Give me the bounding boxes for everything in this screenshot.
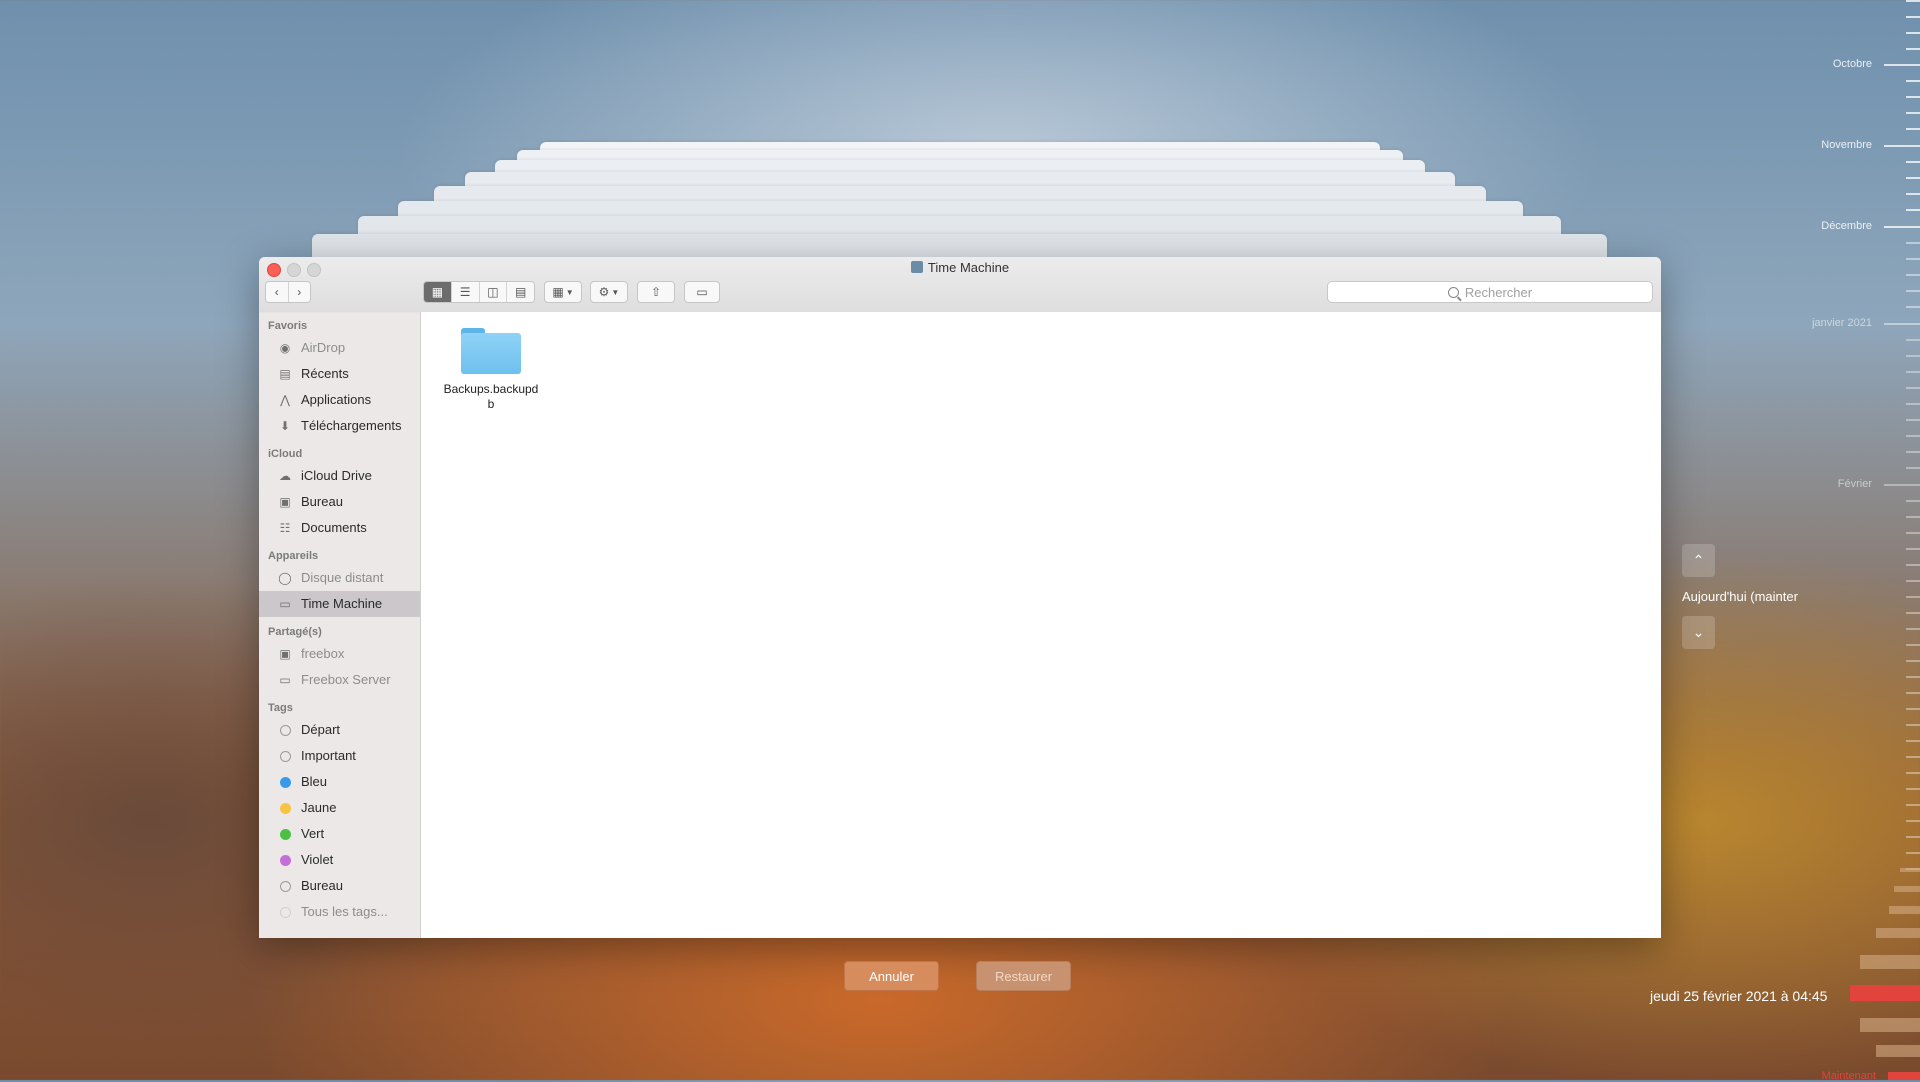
download-icon: ⬇ [279, 419, 291, 433]
timeline-month-label[interactable]: Décembre [1821, 220, 1872, 232]
document-icon: ☷ [279, 521, 291, 535]
desktop-icon: ▣ [279, 495, 291, 509]
sidebar-tag-jaune[interactable]: Jaune [259, 795, 420, 821]
tag-dot-icon [279, 906, 291, 918]
timeline-down-button[interactable]: ⌄ [1682, 616, 1715, 649]
chevron-up-icon: ⌃ [1692, 552, 1705, 568]
network-server-icon: ▣ [279, 647, 291, 661]
folder-icon [461, 328, 521, 374]
gallery-view-button[interactable]: ▤ [507, 282, 534, 302]
sidebar-tag-depart[interactable]: Départ [259, 717, 420, 743]
tag-dot-icon [279, 776, 291, 788]
file-browser-content[interactable]: Backups.backupdb [421, 312, 1661, 938]
tag-icon: ▭ [696, 285, 708, 299]
window-title: Time Machine [259, 260, 1661, 275]
sidebar-tag-vert[interactable]: Vert [259, 821, 420, 847]
cancel-button[interactable]: Annuler [844, 961, 939, 991]
tag-dot-icon [279, 802, 291, 814]
today-label: Aujourd'hui (mainter [1682, 589, 1798, 604]
share-button[interactable]: ⇧ [637, 281, 675, 303]
sidebar-tag-bleu[interactable]: Bleu [259, 769, 420, 795]
sidebar-item-documents[interactable]: ☷ Documents [259, 515, 420, 541]
sidebar-item-disque-distant[interactable]: ◯ Disque distant [259, 565, 420, 591]
search-input[interactable]: Rechercher [1327, 281, 1653, 303]
forward-button[interactable]: › [288, 282, 310, 302]
icon-view-button[interactable]: ▦ [424, 282, 452, 302]
action-button[interactable]: ⚙ ▼ [590, 281, 628, 303]
sidebar-item-bureau[interactable]: ▣ Bureau [259, 489, 420, 515]
now-label[interactable]: Maintenant [1822, 1070, 1876, 1082]
timeline-month-label[interactable]: Novembre [1821, 139, 1872, 151]
chevron-down-icon: ▼ [565, 287, 574, 297]
applications-icon: ⋀ [280, 393, 290, 407]
sidebar: Favoris ◉ AirDrop ▤ Récents ⋀ Applications … [259, 312, 421, 938]
finder-window: Time Machine ‹ › ▦ ☰ ◫ ▤ ▦ ▼ ⚙ ▼ ⇧ ▭ Reche… [259, 257, 1661, 938]
titlebar: Time Machine ‹ › ▦ ☰ ◫ ▤ ▦ ▼ ⚙ ▼ ⇧ ▭ Reche… [259, 257, 1661, 313]
tag-dot-icon [279, 854, 291, 866]
sidebar-section-partages: Partagé(s) [268, 626, 322, 638]
back-button[interactable]: ‹ [266, 282, 289, 302]
restore-button[interactable]: Restaurer [976, 961, 1071, 991]
tag-dot-icon [279, 724, 291, 736]
timeline-month-label[interactable]: Février [1838, 478, 1872, 490]
timeline-up-button[interactable]: ⌃ [1682, 544, 1715, 577]
chevron-down-icon: ▼ [611, 287, 620, 297]
sidebar-item-icloud-drive[interactable]: ☁ iCloud Drive [259, 463, 420, 489]
drive-icon: ▭ [279, 597, 291, 611]
view-mode-segment: ▦ ☰ ◫ ▤ [423, 281, 535, 303]
tag-dot-icon [279, 750, 291, 762]
disk-icon [910, 261, 923, 273]
share-icon: ⇧ [650, 285, 662, 299]
sidebar-item-freebox-server[interactable]: ▭ Freebox Server [259, 667, 420, 693]
tag-dot-icon [279, 880, 291, 892]
sidebar-tag-bureau[interactable]: Bureau [259, 873, 420, 899]
chevron-down-icon: ⌄ [1692, 624, 1705, 640]
display-icon: ▭ [279, 673, 291, 687]
tag-dot-icon [279, 828, 291, 840]
timeline-month-label[interactable]: Octobre [1833, 58, 1872, 70]
column-view-button[interactable]: ◫ [479, 282, 508, 302]
sidebar-item-telechargements[interactable]: ⬇ Téléchargements [259, 413, 420, 439]
now-marker[interactable] [1850, 985, 1920, 1001]
folder-item[interactable]: Backups.backupdb [441, 328, 541, 412]
folder-label: Backups.backupdb [443, 382, 539, 411]
clock-icon: ▤ [279, 367, 291, 381]
nav-back-forward: ‹ › [265, 281, 311, 303]
disc-icon: ◯ [278, 571, 292, 585]
sidebar-section-favoris: Favoris [268, 320, 308, 332]
tag-button[interactable]: ▭ [684, 281, 720, 303]
sidebar-all-tags[interactable]: Tous les tags... [259, 899, 420, 925]
search-icon [1447, 286, 1459, 298]
grid-icon: ▦ [552, 285, 564, 299]
sidebar-section-tags: Tags [268, 702, 293, 714]
timeline[interactable]: Octobre Novembre Décembre janvier 2021 F… [1790, 0, 1920, 1082]
sidebar-section-appareils: Appareils [268, 550, 319, 562]
list-view-button[interactable]: ☰ [451, 282, 480, 302]
sidebar-item-airdrop[interactable]: ◉ AirDrop [259, 335, 420, 361]
timeline-month-label[interactable]: janvier 2021 [1812, 317, 1872, 329]
sidebar-tag-violet[interactable]: Violet [259, 847, 420, 873]
sidebar-item-freebox[interactable]: ▣ freebox [259, 641, 420, 667]
gear-icon: ⚙ [598, 285, 610, 299]
sidebar-tag-important[interactable]: Important [259, 743, 420, 769]
sidebar-item-applications[interactable]: ⋀ Applications [259, 387, 420, 413]
cloud-icon: ☁ [279, 469, 291, 483]
sidebar-section-icloud: iCloud [268, 448, 303, 460]
sidebar-item-time-machine[interactable]: ▭ Time Machine [259, 591, 420, 617]
sidebar-item-recents[interactable]: ▤ Récents [259, 361, 420, 387]
group-by-button[interactable]: ▦ ▼ [544, 281, 582, 303]
airdrop-icon: ◉ [279, 341, 291, 355]
